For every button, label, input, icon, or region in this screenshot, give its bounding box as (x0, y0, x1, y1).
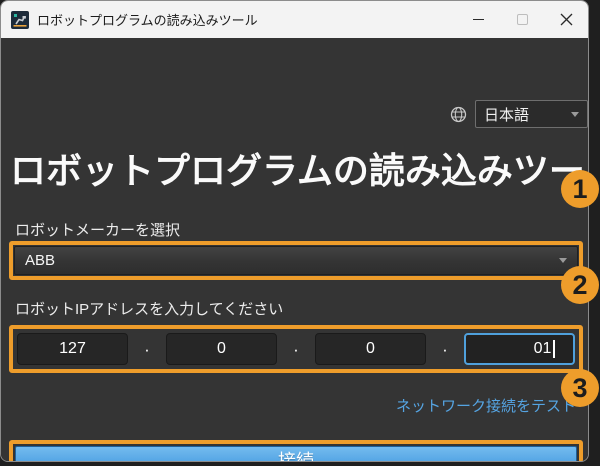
ip-separator: · (442, 339, 448, 359)
annotation-box-3: 接続 (9, 440, 583, 461)
annotation-box-2: 127 · 0 · 0 · 01 (9, 325, 583, 373)
ip-octet-1-input[interactable]: 127 (17, 333, 128, 365)
language-selected-value: 日本語 (484, 106, 530, 124)
ip-octet-4-value: 01 (533, 340, 552, 357)
manufacturer-selected-value: ABB (25, 252, 56, 269)
ip-separator: · (144, 339, 150, 359)
annotation-badge-3: 3 (561, 369, 599, 407)
maximize-icon (516, 14, 528, 25)
text-caret (553, 340, 555, 358)
annotation-badge-1: 1 (561, 170, 599, 208)
connect-button[interactable]: 接続 (15, 446, 577, 461)
close-icon (560, 13, 572, 26)
app-window: ロボットプログラムの読み込みツール 日本語 ロボットプログラムの読み込みツール … (0, 0, 589, 462)
titlebar[interactable]: ロボットプログラムの読み込みツール (1, 1, 588, 38)
minimize-button[interactable] (456, 1, 500, 38)
maximize-button[interactable] (500, 1, 544, 38)
app-icon (11, 10, 29, 29)
network-test-link[interactable]: ネットワーク接続をテスト (396, 395, 576, 416)
manufacturer-label: ロボットメーカーを選択 (15, 222, 181, 239)
ip-separator: · (293, 339, 299, 359)
window-body: 日本語 ロボットプログラムの読み込みツール ロボットメーカーを選択 ABB ロボ… (1, 38, 588, 461)
ip-octet-2-input[interactable]: 0 (165, 333, 277, 365)
annotation-box-1: ABB (9, 241, 583, 280)
page-title: ロボットプログラムの読み込みツール (10, 150, 589, 191)
screenshot-canvas: ロボットプログラムの読み込みツール 日本語 ロボットプログラムの読み込みツール … (0, 0, 600, 466)
close-button[interactable] (544, 1, 588, 38)
chevron-down-icon (559, 258, 567, 263)
language-select[interactable]: 日本語 (475, 100, 588, 128)
globe-icon (450, 106, 467, 123)
ip-octet-4-input[interactable]: 01 (463, 333, 575, 365)
manufacturer-select[interactable]: ABB (14, 246, 578, 275)
chevron-down-icon (571, 111, 579, 117)
annotation-badge-2: 2 (561, 266, 599, 304)
ip-octet-3-input[interactable]: 0 (314, 333, 426, 365)
ip-label: ロボットIPアドレスを入力してください (15, 301, 284, 318)
ip-address-row: 127 · 0 · 0 · 01 (13, 329, 579, 369)
window-title: ロボットプログラムの読み込みツール (37, 13, 258, 28)
minimize-icon (472, 19, 484, 20)
